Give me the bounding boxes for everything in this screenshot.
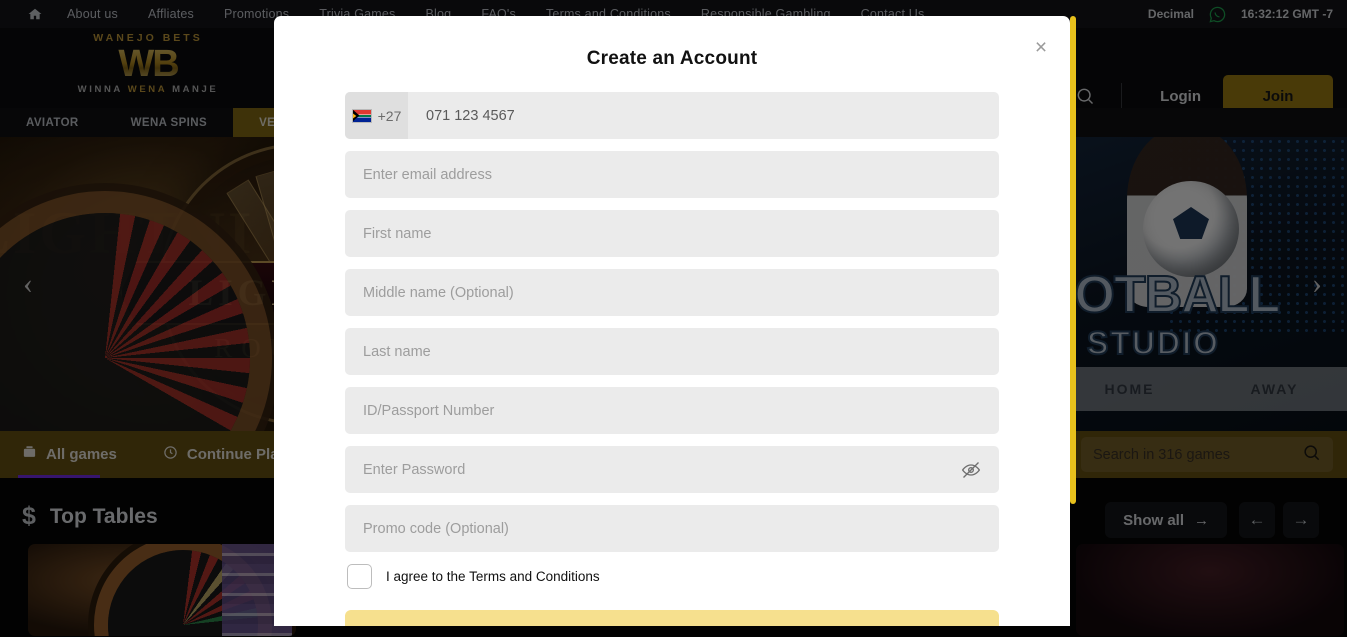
first-name-input[interactable] [345, 210, 999, 257]
last-name-input[interactable] [345, 328, 999, 375]
modal-title: Create an Account [586, 48, 758, 69]
phone-input-wrap [408, 107, 999, 125]
flag-south-africa-icon [351, 108, 372, 123]
terms-label: I agree to the Terms and Conditions [386, 569, 600, 584]
password-field[interactable] [345, 446, 999, 493]
middle-name-input[interactable] [345, 269, 999, 316]
middle-name-field[interactable] [345, 269, 999, 316]
phone-field[interactable]: +27 [345, 92, 999, 139]
promo-code-input[interactable] [345, 505, 999, 552]
create-account-modal: × Create an Account +27 071 123 4567 Ent… [274, 16, 1070, 626]
screen: About us Affliates Promotions Trivia Gam… [0, 0, 1347, 637]
first-name-field[interactable] [345, 210, 999, 257]
eye-off-icon[interactable] [959, 458, 983, 482]
close-icon[interactable]: × [1030, 37, 1052, 59]
country-code-selector[interactable]: +27 [345, 92, 408, 139]
terms-and-conditions-link[interactable]: Terms and Conditions [469, 569, 600, 584]
terms-prefix: I agree to the [386, 569, 466, 584]
email-input[interactable] [345, 151, 999, 198]
country-code-label: +27 [377, 107, 402, 124]
email-field[interactable] [345, 151, 999, 198]
password-input[interactable] [345, 446, 999, 493]
id-passport-input[interactable] [345, 387, 999, 434]
terms-row: I agree to the Terms and Conditions [345, 564, 999, 589]
terms-checkbox[interactable] [347, 564, 372, 589]
promo-code-field[interactable] [345, 505, 999, 552]
registration-form: +27 071 123 4567 Enter email address Fir… [274, 70, 1070, 626]
id-passport-field[interactable] [345, 387, 999, 434]
phone-input[interactable] [408, 107, 999, 124]
create-account-submit-button[interactable] [345, 610, 999, 626]
last-name-field[interactable] [345, 328, 999, 375]
modal-scrollbar[interactable] [1070, 16, 1076, 504]
